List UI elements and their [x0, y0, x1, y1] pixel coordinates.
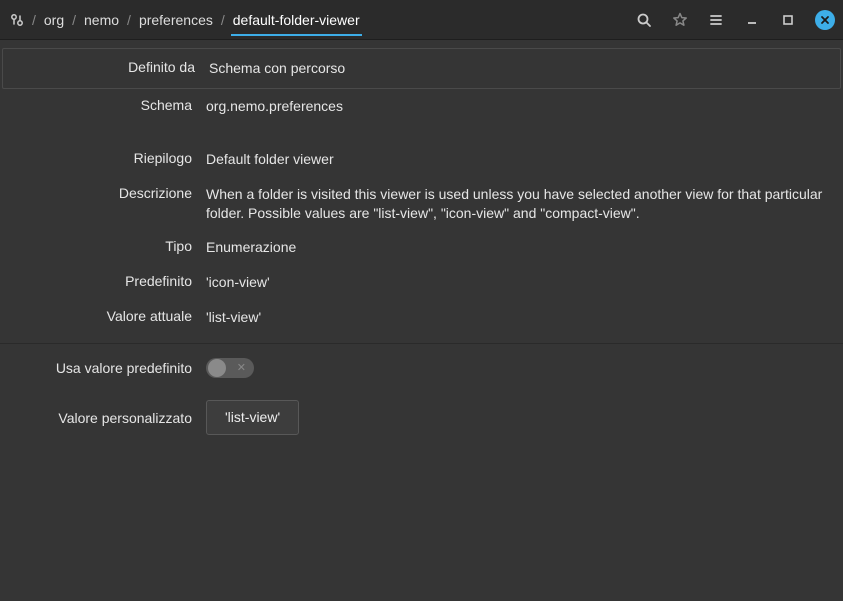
toggle-knob	[208, 359, 226, 377]
breadcrumb: / org / nemo / preferences / default-fol…	[8, 4, 635, 36]
breadcrumb-separator: /	[32, 12, 36, 28]
value-custom-wrap: 'list-view'	[206, 400, 843, 435]
label-use-default: Usa valore predefinito	[0, 360, 206, 376]
value-schema: org.nemo.preferences	[206, 97, 843, 116]
value-use-default: ✕	[206, 358, 843, 378]
value-summary: Default folder viewer	[206, 150, 843, 169]
breadcrumb-separator: /	[72, 12, 76, 28]
label-type: Tipo	[0, 238, 206, 257]
breadcrumb-separator: /	[221, 12, 225, 28]
breadcrumb-nemo[interactable]: nemo	[82, 4, 121, 36]
row-schema: Schema org.nemo.preferences	[0, 89, 843, 124]
breadcrumb-preferences[interactable]: preferences	[137, 4, 215, 36]
row-use-default: Usa valore predefinito ✕	[0, 344, 843, 386]
titlebar-actions	[635, 10, 835, 30]
value-current: 'list-view'	[206, 308, 843, 327]
menu-icon[interactable]	[707, 11, 725, 29]
label-description: Descrizione	[0, 185, 206, 223]
row-current: Valore attuale 'list-view'	[0, 300, 843, 335]
custom-value-select[interactable]: 'list-view'	[206, 400, 299, 435]
row-type: Tipo Enumerazione	[0, 230, 843, 265]
use-default-toggle[interactable]: ✕	[206, 358, 254, 378]
label-defined-by: Definito da	[3, 59, 209, 78]
breadcrumb-default-folder-viewer[interactable]: default-folder-viewer	[231, 4, 362, 36]
window-minimize-icon[interactable]	[743, 11, 761, 29]
breadcrumb-separator: /	[127, 12, 131, 28]
window-maximize-icon[interactable]	[779, 11, 797, 29]
search-icon[interactable]	[635, 11, 653, 29]
label-summary: Riepilogo	[0, 150, 206, 169]
value-type: Enumerazione	[206, 238, 843, 257]
toggle-off-icon: ✕	[237, 363, 246, 374]
window-close-icon[interactable]	[815, 10, 835, 30]
value-default: 'icon-view'	[206, 273, 843, 292]
content: Definito da Schema con percorso Schema o…	[0, 48, 843, 443]
row-summary: Riepilogo Default folder viewer	[0, 142, 843, 177]
titlebar: / org / nemo / preferences / default-fol…	[0, 0, 843, 40]
star-icon[interactable]	[671, 11, 689, 29]
value-defined-by: Schema con percorso	[209, 59, 840, 78]
label-current: Valore attuale	[0, 308, 206, 327]
value-description: When a folder is visited this viewer is …	[206, 185, 843, 223]
label-default: Predefinito	[0, 273, 206, 292]
row-defined-by: Definito da Schema con percorso	[2, 48, 841, 89]
app-icon	[8, 11, 26, 29]
row-default: Predefinito 'icon-view'	[0, 265, 843, 300]
label-schema: Schema	[0, 97, 206, 116]
breadcrumb-org[interactable]: org	[42, 4, 66, 36]
row-description: Descrizione When a folder is visited thi…	[0, 177, 843, 231]
row-custom-value: Valore personalizzato 'list-view'	[0, 386, 843, 443]
label-custom-value: Valore personalizzato	[0, 410, 206, 426]
